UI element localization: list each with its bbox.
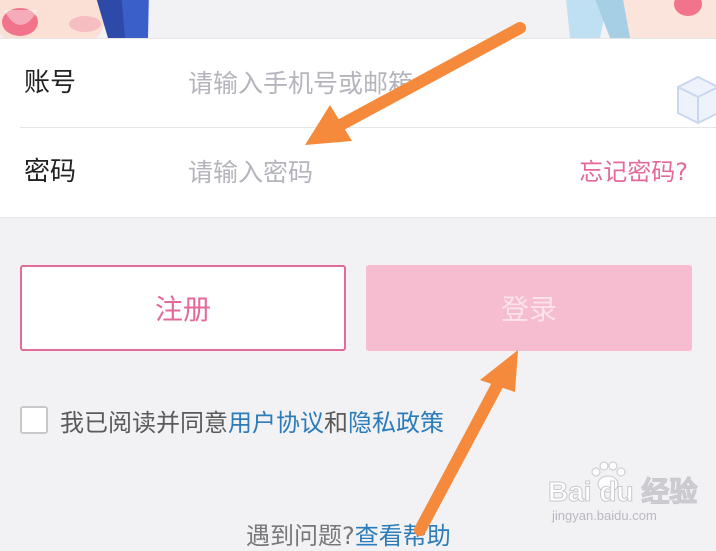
agreement-prefix-text: 我已阅读并同意 — [60, 408, 228, 437]
login-form-card: 账号 密码 忘记密码? — [0, 38, 716, 218]
account-label: 账号 — [24, 68, 77, 98]
user-agreement-link[interactable]: 用户协议 — [228, 403, 324, 438]
login-button[interactable]: 登录 — [366, 265, 692, 351]
login-button-label: 登录 — [500, 293, 557, 326]
top-banner — [0, 0, 716, 38]
register-button-label: 注册 — [154, 293, 211, 326]
watermark-brand: Bai du 经验 — [547, 476, 698, 508]
view-help-link[interactable]: 查看帮助 — [355, 522, 451, 550]
register-button[interactable]: 注册 — [20, 265, 346, 351]
account-row: 账号 — [0, 39, 716, 127]
account-input[interactable] — [188, 63, 548, 103]
watermark-url: jingyan.baidu.com — [552, 508, 657, 523]
cube-icon — [677, 75, 716, 125]
help-prefix-text: 遇到问题? — [246, 522, 355, 550]
password-input[interactable] — [188, 152, 548, 192]
agreement-row: 我已阅读并同意 用户协议 和 隐私政策 — [20, 403, 444, 437]
anime-character-right-illustration — [566, 0, 716, 38]
anime-character-left-illustration — [0, 0, 149, 38]
password-row: 密码 忘记密码? — [0, 128, 716, 216]
agreement-conjunction-text: 和 — [324, 408, 348, 437]
baidu-jingyan-watermark: Bai du 经验 jingyan.baidu.com — [547, 460, 716, 530]
help-row: 遇到问题?查看帮助 — [246, 516, 451, 551]
password-label: 密码 — [24, 157, 77, 187]
annotation-arrow-bottom — [414, 350, 518, 536]
forgot-password-link[interactable]: 忘记密码? — [579, 154, 688, 190]
privacy-policy-link[interactable]: 隐私政策 — [348, 403, 444, 438]
agreement-checkbox[interactable] — [20, 406, 48, 434]
